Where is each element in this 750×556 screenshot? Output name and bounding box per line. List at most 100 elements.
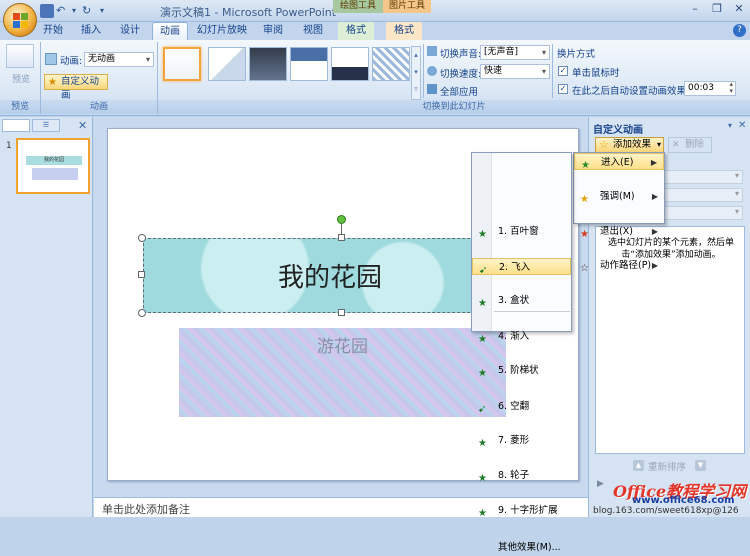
custom-animation-button[interactable]: ★ 自定义动画: [44, 74, 108, 101]
ribbon-tab-bar: [0, 22, 750, 40]
effect-speed-select[interactable]: ▾: [659, 206, 743, 220]
ribbon-separator: [552, 44, 553, 98]
transition-cut-black-thumb[interactable]: [331, 47, 369, 81]
pane-options-icon[interactable]: ▾: [728, 121, 732, 130]
customize-toolbar-icon[interactable]: ▾: [100, 4, 114, 18]
office-button[interactable]: [3, 3, 37, 37]
slide-number: 1: [6, 141, 12, 151]
resize-handle[interactable]: [338, 234, 345, 241]
menu-emphasis[interactable]: ★ 强调(M) ▶: [574, 188, 664, 205]
save-icon[interactable]: [40, 4, 54, 18]
after-time-label: 在此之后自动设置动画效果:: [572, 86, 690, 97]
redo-icon[interactable]: ↻: [82, 4, 96, 18]
animation-select-value: 无动画: [88, 54, 116, 64]
close-icon[interactable]: ✕: [728, 0, 750, 18]
star-yellow-icon: ★: [580, 194, 589, 206]
speed-icon: [427, 66, 437, 76]
title-textbox[interactable]: 我的花园: [143, 238, 515, 313]
effect-item-flip[interactable]: ➹ 6. 空翻: [472, 398, 571, 415]
gallery-scroll[interactable]: ▴ ▾ ▿: [411, 46, 421, 100]
spinner-icon[interactable]: ▴ ▾: [729, 81, 733, 95]
resize-handle[interactable]: [138, 309, 146, 317]
chevron-down-icon: ▾: [145, 55, 150, 64]
menu-exit[interactable]: ★ 退出(X) ▶: [574, 223, 664, 240]
thumb-title: 我的花园: [26, 156, 82, 165]
office-logo-icon: [13, 13, 28, 28]
slide-thumbnail[interactable]: 我的花园: [16, 138, 90, 194]
submenu-arrow-icon: ▶: [651, 192, 658, 202]
remove-label: 删除: [685, 139, 705, 150]
effect-label: 4. 渐入: [498, 330, 530, 342]
effect-item-fade[interactable]: ★ 4. 渐入: [472, 328, 571, 345]
after-time-checkbox[interactable]: ✓: [558, 84, 568, 94]
tab-format-picture[interactable]: 格式: [386, 22, 422, 40]
tab-insert[interactable]: 插入: [76, 22, 106, 40]
effect-item-diamond[interactable]: ★ 7. 菱形: [472, 432, 571, 449]
help-icon[interactable]: ?: [733, 24, 746, 37]
chevron-down-icon: ▾: [734, 207, 739, 216]
effect-label: 2. 飞入: [499, 261, 531, 273]
ribbon-separator: [423, 44, 424, 98]
thumb-subtitle-box: [32, 168, 78, 180]
star-icon: ★: [48, 77, 57, 88]
on-click-checkbox[interactable]: ✓: [558, 66, 568, 76]
effect-label: 6. 空翻: [498, 400, 530, 412]
effect-item-blinds[interactable]: ★ 1. 百叶窗: [472, 223, 571, 240]
tab-slideshow[interactable]: 幻灯片放映: [193, 22, 251, 40]
play-icon[interactable]: ▶: [597, 479, 607, 491]
slide-title: 我的花园: [277, 263, 382, 293]
effect-item-wheel[interactable]: ★ 8. 轮子: [472, 467, 571, 484]
effect-start-select[interactable]: ▾: [659, 170, 743, 184]
transition-sound-select[interactable]: [无声音] ▾: [480, 45, 550, 60]
effect-item-plus[interactable]: ★ 9. 十字形扩展: [472, 502, 571, 519]
animation-select[interactable]: 无动画 ▾: [84, 52, 154, 67]
tab-outline[interactable]: ☰: [32, 119, 60, 132]
time-input[interactable]: 00:03 ▴ ▾: [684, 81, 736, 96]
tab-home[interactable]: 开始: [38, 22, 68, 40]
fly-in-icon: ➹: [478, 403, 487, 415]
resize-handle[interactable]: [338, 309, 345, 316]
window-controls: – ❐ ✕: [684, 0, 750, 20]
effect-item-stairs[interactable]: ★ 5. 阶梯状: [472, 362, 571, 379]
tab-format-drawing[interactable]: 格式: [338, 22, 374, 40]
preview-icon[interactable]: [6, 44, 34, 68]
effect-property-select[interactable]: ▾: [659, 188, 743, 202]
tab-review[interactable]: 审阅: [258, 22, 288, 40]
close-pane-icon[interactable]: ✕: [738, 120, 746, 131]
minimize-icon[interactable]: –: [684, 0, 706, 18]
tab-slides[interactable]: [2, 119, 30, 132]
star-green-icon: ★: [478, 298, 487, 310]
preview-button-label[interactable]: 预览: [7, 72, 35, 85]
apply-all-button[interactable]: 全部应用: [440, 84, 478, 98]
move-up-icon[interactable]: ▲: [633, 460, 644, 471]
restore-icon[interactable]: ❐: [706, 0, 728, 18]
effect-label: 8. 轮子: [498, 470, 530, 482]
menu-entrance[interactable]: ★ 进入(E) ▶: [574, 153, 664, 171]
transition-dissolve-thumb[interactable]: [372, 47, 410, 81]
resize-handle[interactable]: [138, 234, 146, 242]
transition-cut-thumb[interactable]: [290, 47, 328, 81]
transition-fade-thumb[interactable]: [208, 47, 246, 81]
effect-item-more[interactable]: 其他效果(M)...: [472, 539, 571, 556]
remove-icon: ✕: [672, 140, 680, 150]
effect-item-box[interactable]: ★ 3. 盒状: [472, 292, 571, 309]
chevron-down-icon: ▾: [656, 140, 661, 149]
tab-animation[interactable]: 动画: [152, 22, 188, 40]
advance-title: 换片方式: [557, 49, 596, 60]
effect-item-fly-in[interactable]: ➹ 2. 飞入: [472, 257, 571, 276]
tab-design[interactable]: 设计: [114, 22, 146, 40]
menu-entrance-label: 进入(E): [601, 157, 634, 168]
close-panel-icon[interactable]: ✕: [78, 119, 87, 132]
add-effect-button[interactable]: ☆ 添加效果 ▾: [595, 137, 664, 153]
transition-speed-select[interactable]: 快速 ▾: [480, 64, 550, 79]
resize-handle[interactable]: [138, 271, 145, 278]
move-down-icon[interactable]: ▼: [695, 460, 706, 471]
transition-none-thumb[interactable]: [163, 47, 201, 81]
subtitle-textbox[interactable]: 游花园: [179, 328, 506, 417]
menu-motion-path[interactable]: ☆ 动作路径(P) ▶: [574, 257, 664, 274]
tab-view[interactable]: 视图: [298, 22, 328, 40]
transition-fade-black-thumb[interactable]: [249, 47, 287, 81]
remove-button[interactable]: ✕ 删除: [668, 137, 712, 153]
rotate-handle[interactable]: [337, 215, 346, 224]
undo-icon[interactable]: ↶: [56, 4, 70, 18]
